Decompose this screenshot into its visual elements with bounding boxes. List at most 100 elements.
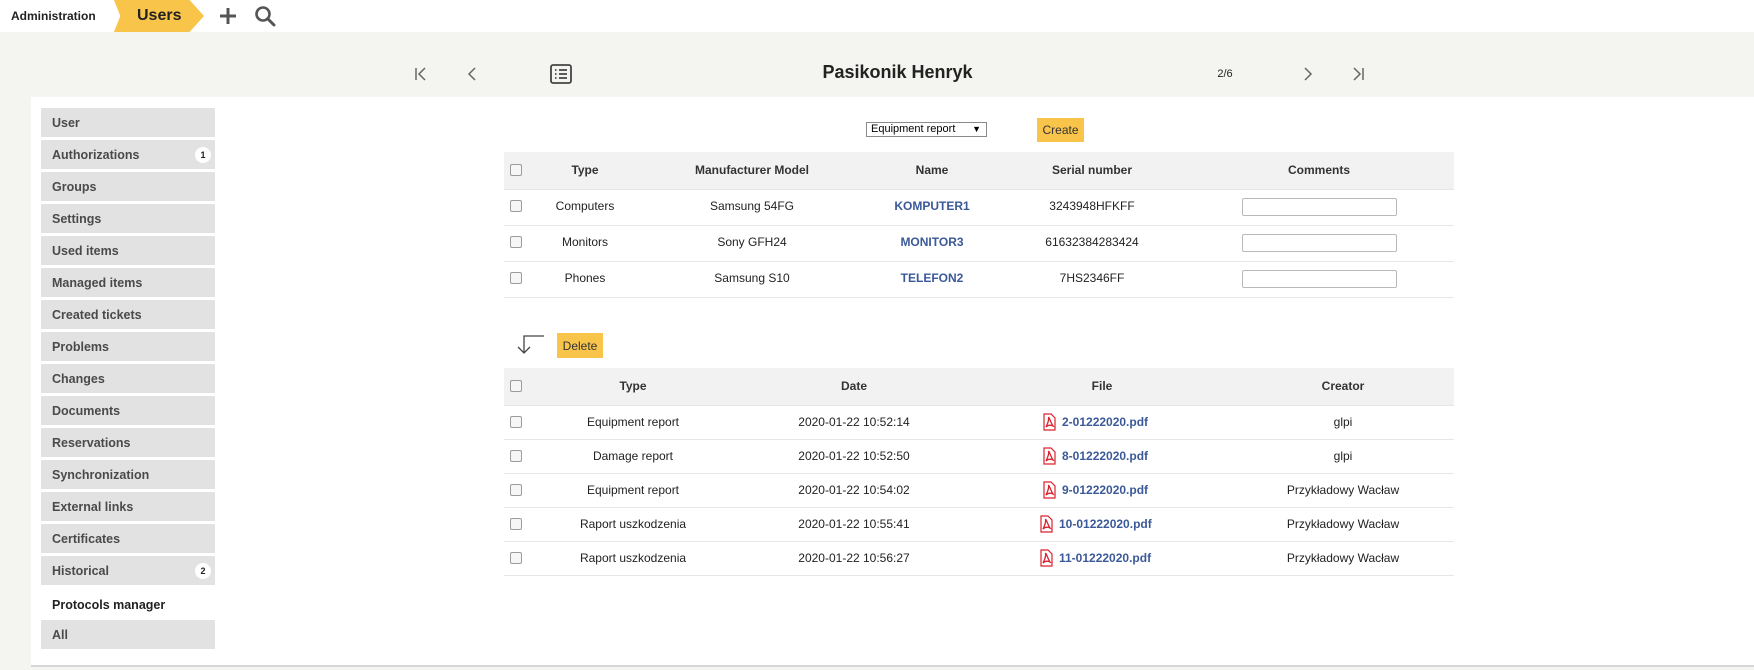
sidebar-item-label: Documents — [52, 403, 121, 418]
sidebar-item-label: Authorizations — [52, 147, 140, 162]
row-divider — [504, 541, 1454, 542]
row-divider — [504, 261, 1454, 262]
sidebar-item-groups[interactable]: Groups — [41, 172, 215, 201]
sidebar-item-problems[interactable]: Problems — [41, 332, 215, 361]
sidebar-item-label: All — [52, 627, 68, 642]
item-serial: 7HS2346FF — [1059, 271, 1125, 285]
sidebar-item-documents[interactable]: Documents — [41, 396, 215, 425]
sidebar-item-label: Managed items — [52, 275, 143, 290]
comment-input[interactable] — [1242, 234, 1397, 252]
protocol-type-select[interactable]: Equipment report ▼ — [866, 122, 987, 137]
row-checkbox[interactable] — [510, 236, 522, 248]
protocol-type-value: Equipment report — [871, 123, 956, 135]
row-checkbox[interactable] — [510, 416, 522, 428]
column-header: Type — [571, 163, 599, 177]
arrow-down-left-icon — [517, 335, 544, 354]
file-link[interactable]: 11-01222020.pdf — [1059, 551, 1151, 565]
top-bar: Administration Users — [0, 0, 1754, 32]
protocol-file[interactable]: 11-01222020.pdf — [1038, 549, 1151, 567]
sidebar-item-user[interactable]: User — [41, 108, 215, 137]
sidebar-item-label: Reservations — [52, 435, 131, 450]
protocol-date: 2020-01-22 10:55:41 — [798, 517, 910, 531]
sidebar-item-settings[interactable]: Settings — [41, 204, 215, 233]
column-header: Creator — [1321, 379, 1365, 393]
count-badge: 1 — [195, 147, 211, 163]
file-link[interactable]: 9-01222020.pdf — [1062, 483, 1148, 497]
item-type: Computers — [555, 199, 615, 213]
row-checkbox[interactable] — [510, 518, 522, 530]
row-divider — [504, 439, 1454, 440]
file-link[interactable]: 8-01222020.pdf — [1062, 449, 1148, 463]
protocol-type: Raport uszkodzenia — [579, 517, 687, 531]
column-header: Comments — [1287, 163, 1350, 177]
delete-button[interactable]: Delete — [557, 333, 603, 358]
sidebar-item-reservations[interactable]: Reservations — [41, 428, 215, 457]
sidebar-item-managed-items[interactable]: Managed items — [41, 268, 215, 297]
search-icon[interactable] — [253, 4, 277, 28]
pdf-icon — [1043, 481, 1056, 499]
first-page-icon[interactable] — [409, 62, 433, 86]
sidebar-item-label: Historical — [52, 563, 109, 578]
sidebar-item-certificates[interactable]: Certificates — [41, 524, 215, 553]
select-all-checkbox[interactable] — [510, 380, 522, 392]
sidebar-item-label: External links — [52, 499, 134, 514]
next-page-icon[interactable] — [1295, 62, 1319, 86]
prev-page-icon[interactable] — [461, 62, 485, 86]
protocol-file[interactable]: 9-01222020.pdf — [1041, 481, 1148, 499]
sidebar-item-created-tickets[interactable]: Created tickets — [41, 300, 215, 329]
protocol-creator: Przykładowy Wacław — [1286, 551, 1400, 565]
sidebar-item-protocols-manager[interactable]: Protocols manager — [41, 590, 215, 619]
protocol-date: 2020-01-22 10:52:14 — [798, 415, 910, 429]
column-header: Manufacturer Model — [694, 163, 809, 177]
breadcrumb-administration[interactable]: Administration — [0, 0, 114, 32]
row-checkbox[interactable] — [510, 272, 522, 284]
row-checkbox[interactable] — [510, 450, 522, 462]
comment-input[interactable] — [1242, 270, 1397, 288]
row-checkbox[interactable] — [510, 200, 522, 212]
last-page-icon[interactable] — [1346, 62, 1370, 86]
protocol-type: Equipment report — [586, 483, 680, 497]
row-checkbox[interactable] — [510, 484, 522, 496]
file-link[interactable]: 2-01222020.pdf — [1062, 415, 1148, 429]
item-model: Samsung S10 — [714, 271, 790, 285]
sidebar-item-label: Certificates — [52, 531, 121, 546]
sidebar-item-synchronization[interactable]: Synchronization — [41, 460, 215, 489]
chevron-down-icon: ▼ — [972, 124, 981, 134]
file-link[interactable]: 10-01222020.pdf — [1059, 517, 1152, 531]
protocol-creator: glpi — [1333, 449, 1353, 463]
item-name-link[interactable]: TELEFON2 — [862, 271, 1002, 285]
sidebar-item-label: Synchronization — [52, 467, 150, 482]
create-button[interactable]: Create — [1037, 118, 1084, 142]
row-checkbox[interactable] — [510, 552, 522, 564]
plus-icon[interactable] — [216, 4, 240, 28]
protocol-file[interactable]: 2-01222020.pdf — [1041, 413, 1148, 431]
protocol-file[interactable]: 10-01222020.pdf — [1038, 515, 1152, 533]
item-type: Monitors — [561, 235, 608, 249]
comment-input[interactable] — [1242, 198, 1397, 216]
page-title: Pasikonik Henryk — [822, 62, 973, 82]
select-all-checkbox[interactable] — [510, 164, 522, 176]
row-divider — [504, 507, 1454, 508]
sidebar-item-label: Settings — [52, 211, 102, 226]
list-icon[interactable] — [549, 62, 573, 86]
pdf-icon — [1040, 515, 1053, 533]
row-divider — [504, 189, 1454, 190]
sidebar-item-label: Protocols manager — [52, 597, 166, 612]
column-header: File — [1091, 379, 1113, 393]
sidebar-item-label: Problems — [52, 339, 109, 354]
item-name-link[interactable]: KOMPUTER1 — [862, 199, 1002, 213]
protocol-type: Raport uszkodzenia — [579, 551, 687, 565]
item-name-link[interactable]: MONITOR3 — [862, 235, 1002, 249]
item-serial: 61632384283424 — [1045, 235, 1139, 249]
row-divider — [504, 405, 1454, 406]
sidebar-item-external-links[interactable]: External links — [41, 492, 215, 521]
protocol-file[interactable]: 8-01222020.pdf — [1041, 447, 1148, 465]
sidebar-item-historical[interactable]: Historical 2 — [41, 556, 215, 585]
sidebar-item-authorizations[interactable]: Authorizations 1 — [41, 140, 215, 169]
column-header: Serial number — [1051, 163, 1133, 177]
item-serial: 3243948HFKFF — [1049, 199, 1135, 213]
sidebar-item-changes[interactable]: Changes — [41, 364, 215, 393]
breadcrumb-users[interactable]: Users — [114, 0, 204, 32]
sidebar-item-used-items[interactable]: Used items — [41, 236, 215, 265]
sidebar-item-all[interactable]: All — [41, 620, 215, 649]
